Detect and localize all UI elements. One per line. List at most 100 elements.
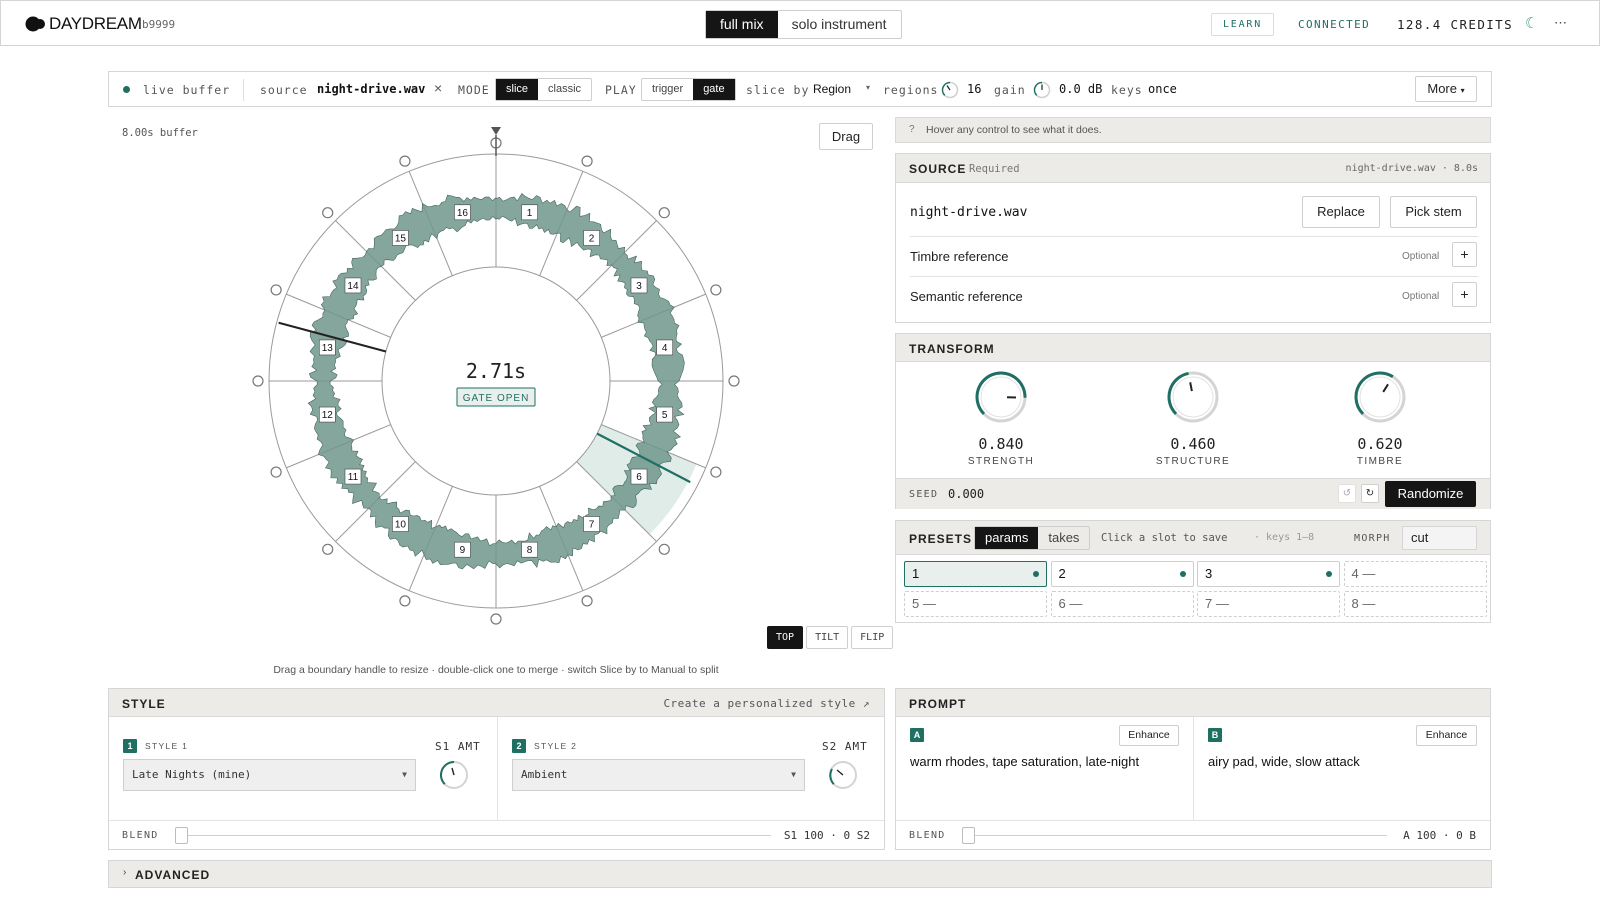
style-panel: STYLE Create a personalized style ↗ 1 ST… (108, 688, 885, 850)
boundary-handle[interactable] (581, 155, 593, 167)
view-top[interactable]: TOP (767, 626, 804, 649)
boundary-handle[interactable] (322, 543, 334, 555)
region-label-5[interactable]: 5 (656, 406, 673, 423)
region-label-7[interactable]: 7 (583, 516, 600, 532)
region-label-4[interactable]: 4 (656, 339, 673, 356)
prompt-blend-value: A 100 · 0 B (1403, 829, 1476, 842)
add-semantic-reference-button[interactable]: + (1452, 282, 1477, 307)
undo-seed-icon[interactable]: ↺ (1338, 484, 1356, 503)
boundary-handle[interactable] (270, 284, 282, 296)
tab-takes[interactable]: takes (1038, 527, 1089, 549)
redo-seed-icon[interactable]: ↻ (1361, 484, 1379, 503)
enhance-a-button[interactable]: Enhance (1119, 725, 1179, 746)
prompt-a-badge: A (910, 728, 924, 742)
play-gate[interactable]: gate (693, 79, 735, 100)
boundary-handle[interactable] (581, 595, 593, 607)
style-blend-handle[interactable] (175, 827, 188, 844)
region-label-10[interactable]: 10 (392, 516, 409, 532)
live-buffer-label: live buffer (143, 83, 231, 97)
region-label-1[interactable]: 1 (521, 204, 538, 221)
seed-value[interactable]: 0.000 (948, 487, 984, 501)
add-timbre-reference-button[interactable]: + (1452, 242, 1477, 267)
region-label-16[interactable]: 16 (454, 204, 471, 221)
boundary-handle[interactable] (658, 207, 670, 219)
divider (896, 820, 1490, 821)
morph-select[interactable]: cut (1402, 526, 1477, 550)
tab-solo-instrument[interactable]: solo instrument (778, 11, 901, 38)
preset-slot-8[interactable]: 8 — (1343, 591, 1487, 617)
strength-knob[interactable] (975, 371, 1027, 423)
prompt-a-text[interactable]: warm rhodes, tape saturation, late-night (910, 754, 1139, 769)
region-label-8[interactable]: 8 (521, 541, 538, 558)
region-label-14[interactable]: 14 (344, 277, 362, 294)
region-label-6[interactable]: 6 (630, 468, 648, 485)
preset-slot-6[interactable]: 6 — (1050, 591, 1194, 617)
keys-value[interactable]: once (1148, 82, 1177, 96)
style-blend-track[interactable] (179, 835, 771, 836)
slice-wheel[interactable]: 12345678910111213141516 2.71s GATE OPEN (240, 120, 740, 630)
mode-classic[interactable]: classic (538, 79, 591, 100)
boundary-handle[interactable] (728, 375, 740, 387)
mode-slice[interactable]: slice (496, 79, 539, 100)
more-label: More (1427, 81, 1457, 96)
region-label-11[interactable]: 11 (344, 468, 362, 485)
regions-knob-icon[interactable] (941, 81, 959, 99)
prompt-b-text[interactable]: airy pad, wide, slow attack (1208, 754, 1360, 769)
s1-amount-knob[interactable] (439, 760, 469, 790)
region-label-9[interactable]: 9 (454, 541, 471, 558)
region-label-13[interactable]: 13 (319, 339, 336, 356)
boundary-handle[interactable] (658, 543, 670, 555)
enhance-b-button[interactable]: Enhance (1416, 725, 1477, 746)
prompt-blend-handle[interactable] (962, 827, 975, 844)
gain-knob-icon[interactable] (1033, 81, 1051, 99)
overflow-menu-icon[interactable]: ⋯ (1554, 15, 1567, 31)
playhead-marker-icon (491, 127, 501, 135)
region-label-12[interactable]: 12 (319, 406, 336, 423)
personalized-style-link[interactable]: Create a personalized style ↗ (663, 697, 870, 710)
boundary-handle[interactable] (270, 466, 282, 478)
learn-button[interactable]: LEARN (1211, 13, 1274, 36)
style2-select[interactable]: Ambient ▼ (512, 759, 805, 791)
mode-segment: slice classic (495, 78, 593, 101)
boundary-handle[interactable] (399, 155, 411, 167)
region-label-3[interactable]: 3 (630, 277, 648, 294)
boundary-handle[interactable] (490, 613, 502, 625)
slice-by-dropdown-icon[interactable]: ▾ (866, 83, 870, 92)
pick-stem-button[interactable]: Pick stem (1390, 196, 1477, 228)
drag-button[interactable]: Drag (819, 123, 873, 150)
source-header: SOURCE Required night-drive.wav · 8.0s (896, 154, 1490, 183)
preset-slot-4[interactable]: 4 — (1343, 561, 1487, 587)
boundary-handle[interactable] (710, 284, 722, 296)
slice-by-select[interactable]: Region (813, 82, 851, 96)
view-flip[interactable]: FLIP (851, 626, 894, 649)
preset-slot-1[interactable]: 1 (904, 561, 1047, 587)
view-tilt[interactable]: TILT (806, 626, 849, 649)
structure-knob[interactable] (1167, 371, 1219, 423)
preset-slot-7[interactable]: 7 — (1197, 591, 1340, 617)
boundary-handle[interactable] (710, 466, 722, 478)
randomize-button[interactable]: Randomize (1385, 481, 1476, 507)
boundary-handle[interactable] (252, 375, 264, 387)
play-trigger[interactable]: trigger (642, 79, 693, 100)
transform-header: TRANSFORM (896, 334, 1490, 362)
preset-slot-label: 5 — (912, 596, 936, 611)
boundary-handle[interactable] (399, 595, 411, 607)
region-label-2[interactable]: 2 (583, 230, 600, 246)
more-button[interactable]: More ▾ (1415, 76, 1477, 102)
tab-params[interactable]: params (975, 527, 1039, 549)
region-label-15[interactable]: 15 (392, 230, 409, 246)
preset-slot-3[interactable]: 3 (1197, 561, 1340, 587)
timbre-knob[interactable] (1354, 371, 1406, 423)
preset-slot-2[interactable]: 2 (1050, 561, 1194, 587)
style1-select[interactable]: Late Nights (mine) ▼ (123, 759, 416, 791)
tab-full-mix[interactable]: full mix (706, 11, 778, 38)
s2-amount-knob[interactable] (828, 760, 858, 790)
advanced-section-toggle[interactable]: › ADVANCED (108, 860, 1492, 888)
replace-button[interactable]: Replace (1302, 196, 1380, 228)
clear-source-icon[interactable]: × (434, 80, 442, 96)
preset-slot-5[interactable]: 5 — (904, 591, 1047, 617)
boundary-handle[interactable] (322, 207, 334, 219)
theme-toggle-moon-icon[interactable]: ☾ (1525, 14, 1538, 32)
prompt-blend-track[interactable] (967, 835, 1387, 836)
region-number: 9 (460, 545, 466, 556)
